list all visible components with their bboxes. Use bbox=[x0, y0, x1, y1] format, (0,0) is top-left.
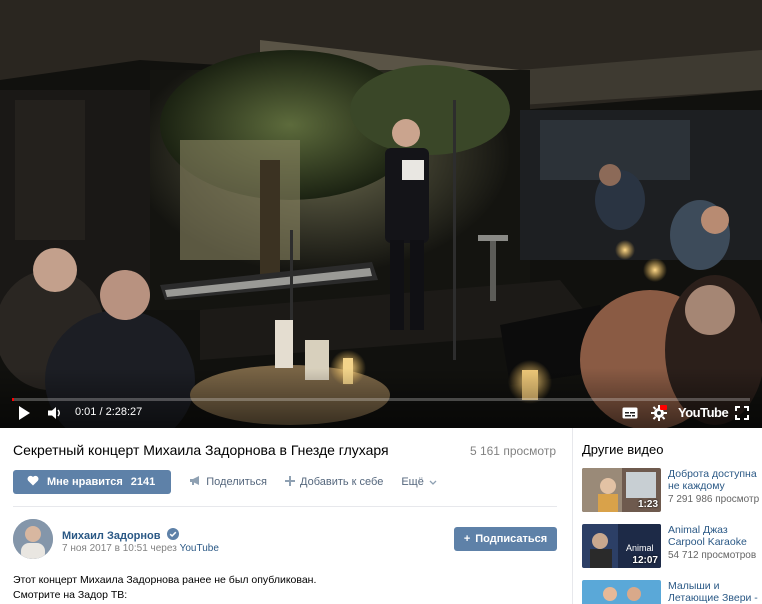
video-title: Секретный концерт Михаила Задорнова в Гн… bbox=[13, 442, 389, 458]
related-title-line: Летающие Звери - bbox=[668, 592, 758, 604]
current-time: 0:01 bbox=[75, 406, 97, 418]
related-video-views: 7 291 986 просмотр bbox=[668, 494, 760, 505]
video-description: Этот концерт Михаила Задорнова ранее не … bbox=[13, 573, 316, 603]
like-label: Мне нравится bbox=[47, 476, 123, 488]
column-divider bbox=[572, 428, 573, 604]
author-name-text: Михаил Задорнов bbox=[62, 529, 161, 542]
chevron-down-icon bbox=[429, 476, 437, 488]
video-duration: 1:23 bbox=[637, 499, 658, 510]
youtube-logo[interactable]: YouTube bbox=[678, 405, 729, 420]
more-button[interactable]: Ещё bbox=[401, 476, 437, 488]
heart-icon bbox=[27, 475, 39, 489]
related-title-line: Доброта доступна bbox=[668, 468, 757, 480]
play-button[interactable] bbox=[14, 402, 34, 424]
related-video-title: Малыши и Летающие Звери - bbox=[668, 580, 762, 604]
related-video[interactable]: Animal 12:07 Animal Джаз Carpool Karaoke… bbox=[582, 524, 762, 568]
share-button[interactable]: Поделиться bbox=[189, 475, 267, 489]
subscribe-label: Подписаться bbox=[475, 533, 548, 545]
related-title-line: не каждому bbox=[668, 480, 725, 492]
subscribe-button[interactable]: + Подписаться bbox=[454, 527, 557, 551]
fullscreen-icon bbox=[735, 406, 749, 420]
description-line: Этот концерт Михаила Задорнова ранее не … bbox=[13, 574, 317, 586]
post-meta: 7 ноя 2017 в 10:51 через YouTube bbox=[62, 543, 219, 554]
video-player[interactable]: 0:01 / 2:28:27 YouTube bbox=[0, 0, 762, 428]
time-separator: / bbox=[96, 406, 106, 418]
duration: 2:28:27 bbox=[105, 406, 143, 418]
divider bbox=[13, 506, 557, 507]
video-thumbnail: Animal 12:07 bbox=[582, 524, 661, 568]
share-label: Поделиться bbox=[206, 476, 267, 488]
volume-button[interactable] bbox=[44, 402, 66, 424]
related-video-views: 54 712 просмотров bbox=[668, 550, 757, 561]
video-actions: Мне нравится 2141 Поделиться Добавить к … bbox=[13, 470, 437, 494]
related-video-title: Animal Джаз Carpool Karaoke bbox=[668, 524, 762, 548]
add-label: Добавить к себе bbox=[300, 476, 384, 488]
gear-icon bbox=[651, 405, 667, 421]
author-name[interactable]: Михаил Задорнов bbox=[62, 528, 179, 543]
source-link[interactable]: YouTube bbox=[180, 543, 219, 554]
fullscreen-button[interactable] bbox=[733, 402, 751, 424]
related-video[interactable]: Малыши и Летающие Звери - bbox=[582, 580, 762, 604]
add-to-mine-button[interactable]: Добавить к себе bbox=[285, 475, 384, 489]
video-frame bbox=[0, 0, 762, 428]
subtitles-icon bbox=[622, 407, 638, 419]
view-count: 5 161 просмотр bbox=[469, 444, 556, 458]
author-avatar[interactable] bbox=[13, 519, 53, 559]
play-icon bbox=[19, 406, 30, 420]
progress-fill bbox=[12, 398, 14, 401]
time-display: 0:01 / 2:28:27 bbox=[75, 406, 142, 418]
svg-text:Animal: Animal bbox=[626, 543, 654, 553]
volume-icon bbox=[48, 407, 60, 419]
verified-icon bbox=[166, 528, 179, 543]
related-title-line: Малыши и bbox=[668, 580, 720, 592]
related-title-line: Carpool Karaoke bbox=[668, 536, 747, 548]
description-line: Смотрите на Задор ТВ: bbox=[13, 589, 128, 601]
player-controls: 0:01 / 2:28:27 YouTube bbox=[0, 402, 762, 424]
progress-bar[interactable] bbox=[12, 398, 750, 401]
video-duration: 12:07 bbox=[632, 555, 658, 566]
related-video[interactable]: 1:23 Доброта доступна не каждому 7 291 9… bbox=[582, 468, 762, 512]
video-thumbnail: 1:23 bbox=[582, 468, 661, 512]
plus-icon: + bbox=[463, 533, 471, 545]
like-button[interactable]: Мне нравится 2141 bbox=[13, 470, 172, 494]
subtitles-button[interactable] bbox=[620, 402, 640, 424]
megaphone-icon bbox=[189, 475, 201, 489]
settings-button[interactable] bbox=[648, 402, 670, 424]
related-video-title: Доброта доступна не каждому bbox=[668, 468, 762, 492]
post-date: 7 ноя 2017 в 10:51 через bbox=[62, 543, 177, 554]
sidebar-title: Другие видео bbox=[582, 442, 664, 457]
related-title-line: Animal Джаз bbox=[668, 524, 728, 536]
more-label: Ещё bbox=[401, 476, 424, 488]
like-count: 2141 bbox=[130, 476, 156, 488]
plus-icon bbox=[285, 475, 295, 489]
video-thumbnail bbox=[582, 580, 661, 604]
